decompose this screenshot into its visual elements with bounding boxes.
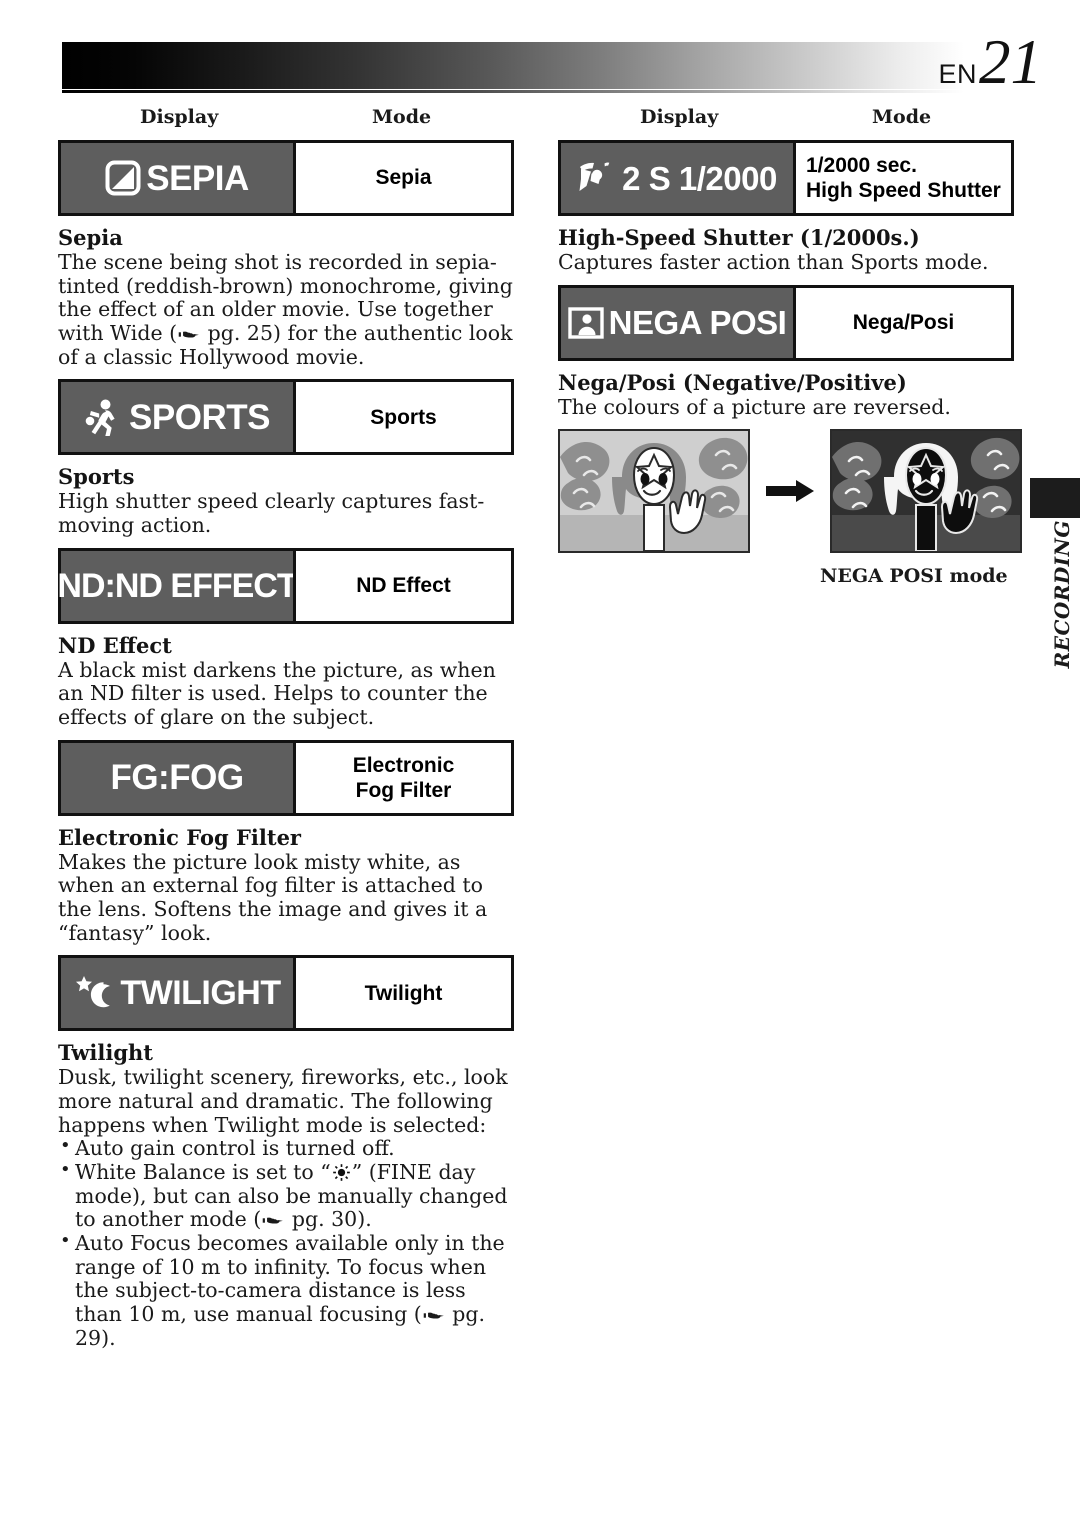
section-body-high-speed-shutter: Captures faster action than Sports mode. bbox=[558, 250, 989, 274]
section-body-sports: High shutter speed clearly captures fast… bbox=[58, 489, 485, 538]
display-panel-sports: SPORTS bbox=[61, 382, 293, 453]
section-heading-fog: Electronic Fog Filter bbox=[58, 824, 301, 850]
section-body-sepia: The scene being shot is recorded in sepi… bbox=[58, 250, 518, 369]
section-heading-twilight: Twilight bbox=[58, 1040, 153, 1066]
page-header-gradient-bar bbox=[62, 42, 964, 93]
mode-label-fog-line1: Electronic bbox=[352, 753, 455, 777]
page-reference-hand-icon bbox=[263, 1218, 284, 1224]
right-column-header-mode: Mode bbox=[872, 106, 932, 128]
twilight-bullet-white-balance: White Balance is set to “” (FINE day mod… bbox=[58, 1160, 518, 1232]
display-mode-row-sepia: SEPIA Sepia bbox=[58, 140, 514, 216]
section-body-twilight: Dusk, twilight scenery, fireworks, etc.,… bbox=[58, 1065, 508, 1137]
mode-label-high-speed-shutter: 1/2000 sec. High Speed Shutter bbox=[793, 143, 1011, 213]
display-mode-row-fog: FG:FOG Electronic Fog Filter bbox=[58, 739, 514, 816]
mode-label-sports: Sports bbox=[293, 382, 511, 453]
twilight-bullet-auto-focus: Auto Focus becomes available only in the… bbox=[58, 1231, 518, 1350]
display-panel-sepia: SEPIA bbox=[61, 143, 293, 213]
sepia-diagonal-square-icon bbox=[105, 160, 141, 196]
display-mode-row-sports: SPORTS Sports bbox=[58, 379, 514, 456]
section-heading-nega-posi: Nega/Posi (Negative/Positive) bbox=[558, 369, 907, 395]
illustration-inverted-panel bbox=[830, 429, 1022, 554]
left-column-header-mode: Mode bbox=[372, 106, 432, 128]
display-panel-fog: FG:FOG bbox=[61, 742, 293, 813]
display-text-sports: SPORTS bbox=[129, 397, 270, 437]
mode-label-sepia: Sepia bbox=[293, 143, 511, 213]
illustration-inverted-svg bbox=[832, 431, 1020, 552]
running-figure-icon bbox=[85, 399, 115, 437]
page-reference-hand-icon bbox=[423, 1312, 444, 1319]
display-panel-nega-posi: NEGA POSI bbox=[561, 287, 793, 358]
page-language-code: EN bbox=[938, 59, 977, 89]
illustration-arrow bbox=[766, 478, 814, 504]
section-heading-sepia: Sepia bbox=[58, 225, 123, 250]
mode-label-twilight: Twilight bbox=[293, 958, 511, 1029]
display-text-nega-posi: NEGA POSI bbox=[608, 304, 787, 342]
section-heading-high-speed-shutter: High-Speed Shutter (1/2000s.) bbox=[558, 225, 920, 250]
display-text-nd-effect: ND:ND EFFECT bbox=[57, 566, 297, 605]
mode-label-fog-line2: Fog Filter bbox=[355, 778, 452, 802]
right-column-header-display: Display bbox=[640, 106, 719, 128]
section-tab-label: RECORDING bbox=[1050, 520, 1074, 669]
nega-posi-illustration-row bbox=[558, 429, 1022, 554]
section-heading-sports: Sports bbox=[58, 464, 135, 490]
display-text-high-speed-shutter: 2 S 1/2000 bbox=[622, 159, 777, 197]
wb-text-pre: White Balance is set to “ bbox=[75, 1160, 331, 1185]
wb-text-ref: pg. 30). bbox=[285, 1207, 372, 1232]
twilight-bullet-auto-gain: Auto gain control is turned off. bbox=[58, 1136, 518, 1161]
display-mode-row-nd-effect: ND:ND EFFECT ND Effect bbox=[57, 547, 514, 624]
mode-label-fog: Electronic Fog Filter bbox=[293, 742, 511, 813]
mode-label-hs-line2: High Speed Shutter bbox=[806, 179, 1001, 202]
display-text-fog: FG:FOG bbox=[110, 758, 244, 798]
display-panel-high-speed-shutter: 2 S 1/2000 bbox=[561, 143, 793, 213]
sepia-body-ref: pg. 25) bbox=[201, 321, 281, 346]
display-mode-row-nega-posi: NEGA POSI Nega/Posi bbox=[558, 284, 1014, 361]
right-arrow-icon bbox=[766, 480, 814, 503]
left-column-header-display: Display bbox=[140, 106, 219, 128]
portrait-frame-icon bbox=[567, 306, 604, 339]
display-mode-row-high-speed-shutter: 2 S 1/2000 1/2000 sec. High Speed Shutte… bbox=[558, 140, 1014, 216]
mode-label-nega-posi: Nega/Posi bbox=[793, 287, 1011, 358]
display-panel-nd-effect: ND:ND EFFECT bbox=[57, 550, 298, 621]
mode-label-nd-effect: ND Effect bbox=[293, 550, 511, 621]
high-speed-shutter-figure-icon bbox=[579, 162, 610, 191]
section-body-nd-effect: A black mist darkens the picture, as whe… bbox=[58, 657, 496, 730]
twilight-bullet-list: Auto gain control is turned off. White B… bbox=[58, 1136, 518, 1350]
section-tab-marker bbox=[1030, 478, 1080, 518]
page-number-value: 21 bbox=[979, 27, 1042, 97]
left-content-column: SEPIA Sepia Sepia The scene being shot i… bbox=[57, 140, 518, 1350]
right-content-column: 2 S 1/2000 1/2000 sec. High Speed Shutte… bbox=[558, 140, 1022, 588]
illustration-normal-panel bbox=[558, 429, 750, 554]
display-text-twilight: TWILIGHT bbox=[120, 974, 281, 1013]
mode-label-hs-line1: 1/2000 sec. bbox=[806, 153, 917, 177]
page-reference-hand-icon bbox=[178, 331, 199, 338]
illustration-caption: NEGA POSI mode bbox=[820, 565, 1008, 588]
display-panel-twilight: TWILIGHT bbox=[61, 958, 293, 1029]
section-body-fog: Makes the picture look misty white, as w… bbox=[58, 849, 488, 945]
section-body-nega-posi: The colours of a picture are reversed. bbox=[558, 394, 951, 419]
display-text-sepia: SEPIA bbox=[146, 158, 249, 198]
section-heading-nd-effect: ND Effect bbox=[58, 632, 172, 658]
display-mode-row-twilight: TWILIGHT Twilight bbox=[58, 955, 514, 1032]
page-number: EN 21 bbox=[938, 27, 1042, 97]
illustration-normal-svg bbox=[560, 431, 748, 552]
star-moon-icon bbox=[76, 976, 111, 1008]
sun-fine-day-icon bbox=[332, 1164, 350, 1181]
